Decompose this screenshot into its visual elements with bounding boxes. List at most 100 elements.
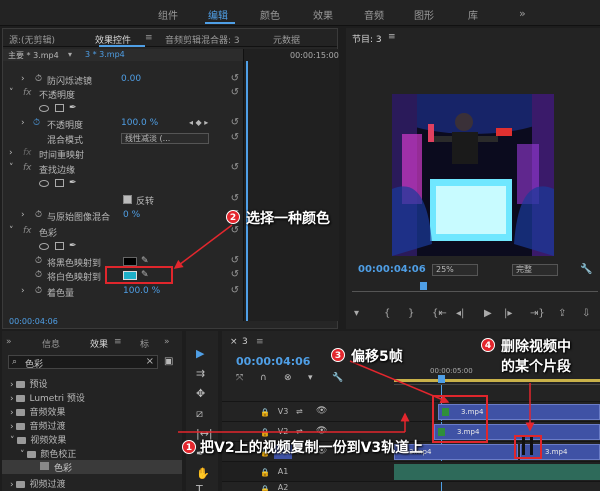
program-playhead[interactable] bbox=[420, 282, 427, 290]
tab-source[interactable]: 源:(无剪辑) bbox=[9, 33, 55, 46]
dropdown-icon[interactable]: ▾ bbox=[68, 50, 72, 59]
work-area-bar[interactable] bbox=[394, 379, 600, 382]
track-label-a2[interactable]: A2 bbox=[276, 483, 290, 491]
play-icon[interactable]: ▶ bbox=[484, 308, 492, 319]
stopwatch-icon[interactable]: ⏱ bbox=[35, 286, 42, 296]
fx-icon[interactable]: fx bbox=[23, 226, 32, 236]
tree-item-audio-effects[interactable]: › 音频效果 bbox=[10, 405, 65, 418]
more-workspaces-icon[interactable]: » bbox=[519, 7, 526, 20]
lift-icon[interactable]: ⇪ bbox=[558, 308, 566, 319]
sync-lock-icon[interactable]: ⇌ bbox=[296, 407, 303, 416]
reset-icon[interactable]: ↺ bbox=[231, 285, 239, 296]
mini-playhead[interactable] bbox=[246, 61, 248, 321]
snap-icon[interactable]: ∩ bbox=[260, 373, 267, 383]
go-to-out-icon[interactable]: ⇥} bbox=[530, 308, 545, 319]
expand-icon[interactable]: › bbox=[9, 148, 13, 158]
program-timecode[interactable]: 00:00:04:06 bbox=[358, 264, 426, 275]
collapse-icon[interactable]: ˅ bbox=[9, 88, 14, 98]
expand-icon[interactable]: › bbox=[21, 118, 25, 128]
extract-icon[interactable]: ⇩ bbox=[582, 308, 590, 319]
tab-libraries[interactable]: 库 bbox=[468, 7, 478, 22]
timeline-playhead-handle[interactable] bbox=[438, 375, 445, 383]
fx-icon[interactable]: fx bbox=[23, 148, 32, 158]
tab-metadata[interactable]: 元数据 bbox=[273, 33, 300, 46]
stopwatch-icon[interactable]: ⏱ bbox=[35, 256, 42, 266]
tab-audio-clip-mixer[interactable]: 音频剪辑混合器: 3 bbox=[165, 33, 240, 46]
effect-controls-timecode[interactable]: 00:00:04:06 bbox=[9, 317, 58, 326]
timeline-settings-icon[interactable]: 🔧 bbox=[332, 373, 343, 383]
tab-editing[interactable]: 编辑 bbox=[208, 7, 228, 22]
zoom-select[interactable]: 25% bbox=[432, 264, 478, 276]
tab-graphics[interactable]: 图形 bbox=[414, 7, 434, 22]
stopwatch-icon[interactable]: ⏱ bbox=[35, 74, 42, 84]
tab-effects-panel[interactable]: 效果 bbox=[90, 337, 108, 350]
track-label-a1[interactable]: A1 bbox=[276, 467, 290, 477]
tree-item-audio-transitions[interactable]: › 音频过渡 bbox=[10, 419, 65, 432]
panel-menu-icon[interactable]: ≡ bbox=[388, 32, 396, 42]
tab-audio[interactable]: 音频 bbox=[364, 7, 384, 22]
tree-item-color-correction[interactable]: ˅ 颜色校正 bbox=[20, 447, 76, 460]
track-label-v3[interactable]: V3 bbox=[276, 407, 290, 417]
collapse-icon[interactable]: ˅ bbox=[9, 226, 14, 236]
go-to-in-icon[interactable]: {⇤ bbox=[432, 308, 447, 319]
lock-icon[interactable]: 🔒 bbox=[260, 468, 270, 477]
eye-icon[interactable]: 👁 bbox=[316, 426, 327, 436]
effect-mini-timeline[interactable]: 00:00:15:00 bbox=[243, 49, 339, 321]
pen-mask-icon[interactable]: ✒ bbox=[69, 103, 77, 113]
more-tabs-icon[interactable]: » bbox=[164, 337, 170, 347]
reset-icon[interactable]: ↺ bbox=[231, 269, 239, 280]
sequence-timecode[interactable]: 00:00:04:06 bbox=[236, 355, 310, 368]
fx-icon[interactable]: fx bbox=[23, 88, 32, 98]
ellipse-mask-icon[interactable] bbox=[39, 243, 49, 250]
close-sequence-icon[interactable]: × bbox=[230, 337, 238, 347]
rectangle-mask-icon[interactable] bbox=[55, 242, 64, 250]
fx-icon[interactable]: fx bbox=[23, 163, 32, 173]
lock-icon[interactable]: 🔒 bbox=[260, 428, 270, 437]
reset-icon[interactable]: ↺ bbox=[231, 225, 239, 236]
reset-icon[interactable]: ↺ bbox=[231, 193, 239, 204]
tab-effects[interactable]: 效果 bbox=[313, 7, 333, 22]
expand-icon[interactable]: › bbox=[21, 210, 25, 220]
hand-tool-icon[interactable]: ✋ bbox=[196, 467, 210, 480]
new-bin-icon[interactable]: ▣ bbox=[164, 356, 173, 367]
reset-icon[interactable]: ↺ bbox=[231, 87, 239, 98]
effects-search-input[interactable]: ⌕ 色彩 × bbox=[8, 355, 158, 370]
flicker-value[interactable]: 0.00 bbox=[121, 74, 141, 84]
reset-icon[interactable]: ↺ bbox=[231, 73, 239, 84]
pen-mask-icon[interactable]: ✒ bbox=[69, 178, 77, 188]
step-back-icon[interactable]: ◂| bbox=[456, 308, 464, 319]
keyframe-nav-icon[interactable]: ◂ ◆ ▸ bbox=[189, 118, 208, 127]
mark-out-icon[interactable]: { bbox=[384, 308, 390, 319]
map-black-swatch[interactable] bbox=[123, 257, 137, 266]
stopwatch-icon[interactable]: ⏱ bbox=[35, 270, 42, 280]
linked-selection-icon[interactable]: ⊗ bbox=[284, 373, 292, 383]
invert-checkbox[interactable] bbox=[123, 195, 132, 204]
collapse-icon[interactable]: ˅ bbox=[9, 163, 14, 173]
tab-assembly[interactable]: 组件 bbox=[158, 7, 178, 22]
master-clip-label[interactable]: 主要 * 3.mp4 bbox=[8, 50, 59, 61]
lock-icon[interactable]: 🔒 bbox=[260, 485, 270, 491]
amount-value[interactable]: 100.0 % bbox=[123, 286, 160, 296]
razor-tool-icon[interactable]: ⧄ bbox=[196, 407, 203, 421]
nest-icon[interactable]: ⤧ bbox=[236, 373, 243, 383]
mark-in-icon[interactable]: ▾ bbox=[354, 308, 359, 319]
selection-tool-icon[interactable]: ▶ bbox=[196, 347, 204, 360]
ripple-edit-tool-icon[interactable]: ✥ bbox=[196, 387, 205, 400]
track-select-tool-icon[interactable]: ⇉ bbox=[196, 367, 205, 380]
tree-item-presets[interactable]: › 预设 bbox=[10, 377, 47, 390]
sync-lock-icon[interactable]: ⇌ bbox=[296, 427, 303, 436]
reset-icon[interactable]: ↺ bbox=[231, 255, 239, 266]
reset-icon[interactable]: ↺ bbox=[231, 162, 239, 173]
ellipse-mask-icon[interactable] bbox=[39, 180, 49, 187]
tree-item-video-effects[interactable]: ˅ 视频效果 bbox=[10, 433, 66, 446]
blend-mode-select[interactable]: 线性减淡 (... bbox=[121, 133, 209, 144]
eyedropper-icon[interactable]: ✎ bbox=[141, 256, 149, 266]
tab-markers[interactable]: 标 bbox=[140, 337, 149, 350]
add-marker-icon[interactable]: ▾ bbox=[308, 373, 313, 383]
clear-search-icon[interactable]: × bbox=[146, 356, 154, 367]
stopwatch-icon[interactable]: ⏱ bbox=[33, 118, 40, 128]
program-scrubber[interactable] bbox=[352, 282, 598, 292]
reset-icon[interactable]: ↺ bbox=[231, 117, 239, 128]
step-forward-icon[interactable]: |▸ bbox=[504, 308, 512, 319]
eye-icon[interactable]: 👁 bbox=[316, 406, 327, 416]
